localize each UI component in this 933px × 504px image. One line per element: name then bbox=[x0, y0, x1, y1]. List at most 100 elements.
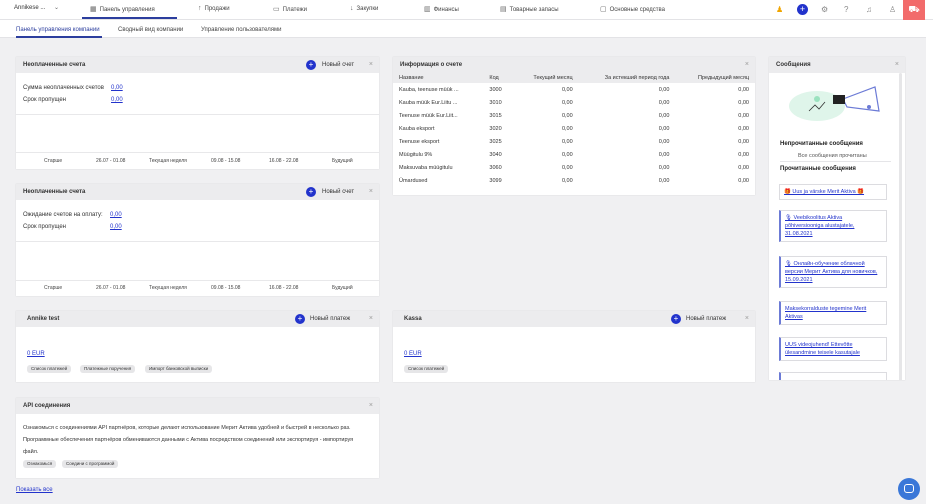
table-cell: Teenuse müük Eur.Liit... bbox=[399, 112, 458, 119]
new-payment-plus-icon[interactable]: + bbox=[295, 314, 305, 324]
new-payment-button[interactable]: Новый платеж bbox=[310, 316, 350, 322]
divider bbox=[16, 280, 379, 281]
table-row[interactable]: Kauba, teenuse müük ... 3000 0,00 0,00 0,00 bbox=[393, 83, 755, 96]
top-navigation-bar: Annikese ... ⌄ ▦ Панель управления ↑ Прода… bbox=[0, 0, 933, 20]
payments-list-chip[interactable]: Список платежей bbox=[404, 365, 449, 373]
tab-user-management[interactable]: Управление пользователями bbox=[201, 27, 282, 33]
table-cell: 3060 bbox=[489, 164, 502, 171]
bucket-label: Текущая неделя bbox=[149, 285, 187, 291]
new-payment-plus-icon[interactable]: + bbox=[671, 314, 681, 324]
table-row[interactable]: Teenuse müük Eur.Liit... 3015 0,00 0,00 0,00 bbox=[393, 109, 755, 122]
nav-item-inventory[interactable]: ▤ Товарные запасы bbox=[500, 5, 559, 13]
new-invoice-plus-icon[interactable]: + bbox=[306, 187, 316, 197]
quick-add-button[interactable]: + bbox=[797, 4, 808, 15]
unpaid-sum-value[interactable]: 0,00 bbox=[111, 85, 123, 91]
table-cell: 3015 bbox=[489, 112, 502, 119]
new-payment-button[interactable]: Новый платеж bbox=[686, 316, 726, 322]
nav-label: Панель управления bbox=[99, 7, 155, 13]
close-icon[interactable]: × bbox=[745, 315, 749, 322]
chat-bubble-icon bbox=[904, 484, 914, 493]
messages-scrollbar[interactable] bbox=[899, 73, 902, 380]
message-card[interactable]: 🎙 Онлайн-обучение облачной версии Мерит … bbox=[779, 256, 887, 288]
nav-item-finance[interactable]: ▥ Финансы bbox=[424, 5, 459, 13]
table-cell: Maksuvaba müügitulu bbox=[399, 164, 453, 171]
panel-title: Неоплаченные счета bbox=[23, 62, 86, 68]
panel-title: Неоплаченные счета bbox=[23, 189, 86, 195]
bank-balance-link[interactable]: 0 EUR bbox=[27, 351, 45, 357]
table-row[interactable]: Kauba müük Eur.Liitu ... 3010 0,00 0,00 0,00 bbox=[393, 96, 755, 109]
new-invoice-plus-icon[interactable]: + bbox=[306, 60, 316, 70]
table-row[interactable]: Maksuvaba müügitulu 3060 0,00 0,00 0,00 bbox=[393, 161, 755, 174]
table-cell: 3040 bbox=[489, 151, 502, 158]
waiting-invoices-value[interactable]: 0,00 bbox=[110, 212, 122, 218]
message-card[interactable]: Maksekorralduste tegemine Merit Aktivas bbox=[779, 301, 887, 325]
column-header[interactable]: Название bbox=[393, 73, 484, 83]
chat-button[interactable] bbox=[898, 478, 920, 500]
message-card[interactable]: UUS videojuhend! Ettevõtte ülesandmine t… bbox=[779, 337, 887, 361]
nav-item-dashboard[interactable]: ▦ Панель управления bbox=[90, 5, 155, 13]
message-card[interactable]: 🎁 Uus ja värske Merit Aktiva 🎁 bbox=[779, 184, 887, 200]
connect-program-chip[interactable]: Соедини с программой bbox=[62, 460, 119, 468]
close-icon[interactable]: × bbox=[369, 188, 373, 195]
tab-company-dashboard[interactable]: Панель управления компании bbox=[16, 27, 100, 33]
page-edge bbox=[926, 20, 933, 504]
table-row[interactable]: Kauba eksport 3020 0,00 0,00 0,00 bbox=[393, 122, 755, 135]
table-cell: 0,00 bbox=[561, 112, 573, 119]
overdue-value[interactable]: 0,00 bbox=[110, 224, 122, 230]
close-icon[interactable]: × bbox=[895, 61, 899, 68]
bucket-label: 09.08 - 15.08 bbox=[211, 158, 241, 164]
payments-list-chip[interactable]: Список платежей bbox=[27, 365, 72, 373]
nav-item-sales[interactable]: ↑ Продажи bbox=[198, 5, 230, 12]
help-icon[interactable]: ? bbox=[844, 5, 848, 14]
table-row[interactable]: Teenuse eksport 3025 0,00 0,00 0,00 bbox=[393, 135, 755, 148]
cart-icon[interactable]: ⛟ bbox=[903, 0, 925, 20]
show-all-link[interactable]: Показать все bbox=[16, 487, 53, 493]
active-nav-indicator bbox=[82, 17, 177, 19]
new-invoice-button[interactable]: Новый счет bbox=[322, 189, 354, 195]
user-profile-icon[interactable]: ♙ bbox=[889, 5, 896, 14]
nav-item-fixed-assets[interactable]: ▢ Основные средства bbox=[600, 5, 665, 13]
table-cell: 0,00 bbox=[561, 177, 573, 184]
import-bank-statement-chip[interactable]: Импорт банковской выписки bbox=[145, 365, 213, 373]
column-header[interactable]: Предыдущий месяц bbox=[675, 73, 755, 83]
nav-item-payments[interactable]: ▭ Платежи bbox=[273, 5, 307, 13]
company-switcher[interactable]: Annikese ... bbox=[14, 5, 45, 11]
payment-orders-chip[interactable]: Платежные поручения bbox=[80, 365, 136, 373]
overdue-value[interactable]: 0,00 bbox=[111, 97, 123, 103]
column-header[interactable]: Код bbox=[483, 73, 514, 83]
user-group-icon[interactable]: ♟ bbox=[776, 5, 783, 14]
table-cell: 0,00 bbox=[658, 151, 670, 158]
notification-bell-icon[interactable]: ♫ bbox=[866, 5, 872, 14]
column-header[interactable]: Текущий месяц bbox=[513, 73, 579, 83]
bucket-label: Будущий bbox=[332, 285, 353, 291]
table-cell: 0,00 bbox=[658, 99, 670, 106]
bucket-label: 26.07 - 01.08 bbox=[96, 285, 126, 291]
learn-more-chip[interactable]: Ознакомься bbox=[23, 460, 57, 468]
settings-icon[interactable]: ⚙ bbox=[821, 5, 828, 14]
arrow-down-icon: ↓ bbox=[350, 5, 354, 12]
tab-company-summary[interactable]: Сводный вид компании bbox=[118, 27, 183, 33]
panel-header: Неоплаченные счета + Новый счет × bbox=[16, 184, 379, 200]
column-header[interactable]: За истекший период года bbox=[578, 73, 676, 83]
active-tab-indicator bbox=[16, 36, 102, 38]
close-icon[interactable]: × bbox=[745, 61, 749, 68]
message-card[interactable] bbox=[779, 372, 887, 380]
nav-item-purchases[interactable]: ↓ Закупки bbox=[350, 5, 378, 12]
table-cell: 0,00 bbox=[658, 138, 670, 145]
table-cell: Müügitulu 9% bbox=[399, 151, 433, 158]
unpaid-sum-label: Сумма неоплаченных счетов bbox=[23, 85, 104, 91]
table-cell: 0,00 bbox=[738, 125, 749, 132]
close-icon[interactable]: × bbox=[369, 61, 373, 68]
table-row[interactable]: Ümardused 3099 0,00 0,00 0,00 bbox=[393, 174, 755, 187]
cash-balance-link[interactable]: 0 EUR bbox=[404, 351, 422, 357]
table-cell: 0,00 bbox=[738, 138, 749, 145]
close-icon[interactable]: × bbox=[369, 315, 373, 322]
chevron-down-icon[interactable]: ⌄ bbox=[54, 4, 59, 11]
close-icon[interactable]: × bbox=[369, 402, 373, 409]
table-row[interactable]: Müügitulu 9% 3040 0,00 0,00 0,00 bbox=[393, 148, 755, 161]
message-card[interactable]: 🎙 Veebikoolitus Aktiva põhiversiooniga a… bbox=[779, 210, 887, 242]
bucket-label: Старше bbox=[44, 285, 63, 291]
new-invoice-button[interactable]: Новый счет bbox=[322, 62, 354, 68]
overdue-label: Срок пропущен bbox=[23, 97, 66, 103]
table-cell: Kauba müük Eur.Liitu ... bbox=[399, 99, 458, 106]
